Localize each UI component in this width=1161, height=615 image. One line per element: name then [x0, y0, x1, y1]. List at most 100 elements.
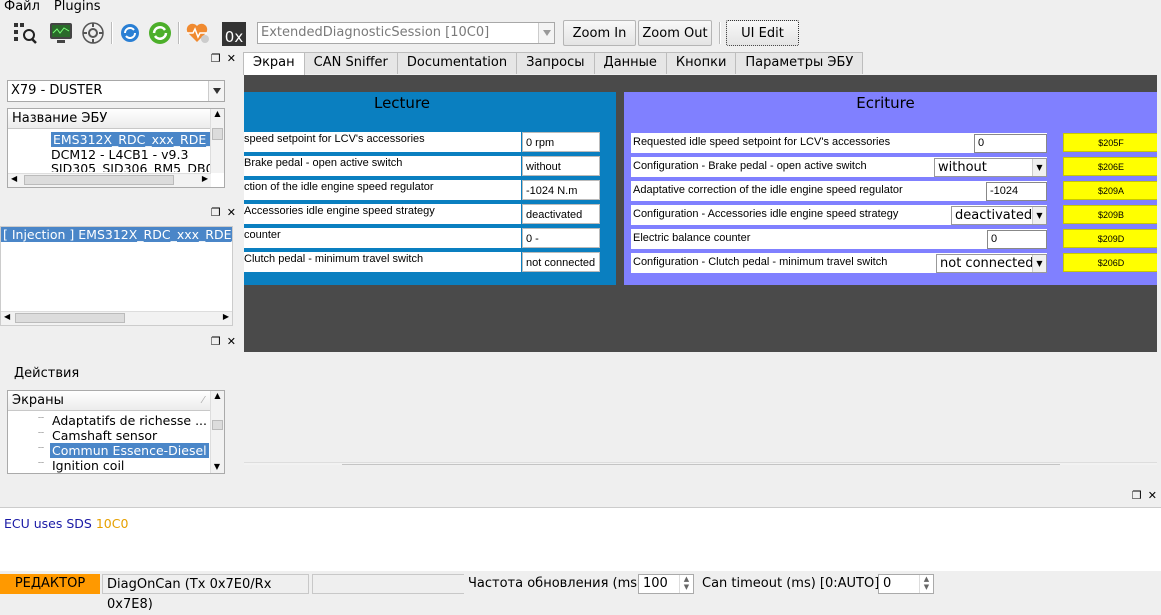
screens-vscrollbar[interactable]: ▲ ▼	[210, 391, 224, 473]
diagnostic-icon[interactable]	[80, 20, 106, 46]
ecriture-value-input[interactable]: -1024	[986, 182, 1047, 201]
screens-header-label: Экраны	[12, 393, 64, 408]
float-icon[interactable]: ❐	[211, 53, 221, 65]
log-panel: ECU uses SDS 10C0	[0, 507, 1161, 571]
scroll-thumb[interactable]	[24, 175, 174, 185]
monitor-icon[interactable]	[48, 20, 74, 46]
close-icon[interactable]: ✕	[227, 207, 236, 219]
ecriture-value: without	[938, 160, 987, 175]
close-icon[interactable]: ✕	[227, 53, 236, 65]
mode-badge: РЕДАКТОР	[0, 574, 100, 594]
float-icon[interactable]: ❐	[1132, 490, 1142, 502]
ui-edit-button[interactable]: UI Edit	[726, 20, 799, 46]
lecture-row-value: 0 rpm	[522, 132, 600, 152]
ecriture-value-combo[interactable]: without ▼	[934, 158, 1047, 177]
scroll-thumb[interactable]	[342, 464, 1060, 465]
ecriture-value-input[interactable]: 0	[974, 134, 1047, 153]
refresh-icon[interactable]	[117, 20, 143, 46]
scroll-left-icon[interactable]: ◀	[11, 174, 17, 183]
ecriture-row-label-text: Requested idle speed setpoint for LCV's …	[633, 136, 891, 148]
lecture-row-label: Accessories idle engine speed strategy	[244, 204, 521, 224]
tab-buttons[interactable]: Кнопки	[665, 52, 737, 74]
sort-icon[interactable]: ⁄	[202, 391, 204, 411]
scan-ecu-icon[interactable]	[12, 20, 38, 46]
toolbar-separator	[111, 22, 113, 44]
scroll-left-icon[interactable]: ◀	[4, 312, 10, 321]
send-request-button[interactable]: $206E	[1063, 157, 1157, 176]
ecu-tree-header: Название ЭБУ	[8, 109, 224, 129]
float-icon[interactable]: ❐	[211, 336, 221, 348]
scroll-up-icon[interactable]: ▲	[211, 109, 224, 118]
timeout-spinbox[interactable]: 0 ▲ ▼	[878, 574, 934, 594]
heart-monitor-icon[interactable]	[185, 20, 211, 46]
timeout-value: 0	[883, 576, 892, 591]
vehicle-combo[interactable]: X79 - DUSTER	[7, 80, 225, 102]
scroll-up-icon[interactable]: ▲	[211, 391, 224, 400]
close-icon[interactable]: ✕	[1148, 490, 1157, 502]
sync-icon[interactable]	[147, 20, 173, 46]
zoom-in-button[interactable]: Zoom In	[563, 20, 636, 46]
scroll-right-icon[interactable]: ▶	[202, 174, 208, 183]
ecriture-value: deactivated	[955, 208, 1033, 223]
send-request-button[interactable]: $209A	[1063, 181, 1157, 200]
session-combo[interactable]: ExtendedDiagnosticSession [10C0]	[257, 22, 555, 44]
main-tabs: Экран CAN Sniffer Documentation Запросы …	[243, 52, 864, 75]
injection-list[interactable]: [ Injection ] EMS312X_RDC_xxx_RDE_ ◀ ▶	[0, 226, 233, 326]
tab-ecu-params[interactable]: Параметры ЭБУ	[735, 52, 864, 74]
ecu-item[interactable]: SID305_SID306_RM5_DB0	[51, 162, 224, 172]
ecu-item[interactable]: DCM12 - L4CB1 - v9.3	[51, 147, 224, 162]
scroll-left-icon[interactable]: ◀	[248, 464, 254, 465]
scroll-thumb[interactable]	[212, 420, 223, 430]
screen-item[interactable]: ┄ Ignition coil	[8, 458, 224, 473]
send-request-button[interactable]: $205F	[1063, 133, 1157, 152]
ecriture-row-label: Electric balance counter	[631, 229, 1047, 249]
ecriture-value-combo[interactable]: not connected ▼	[936, 254, 1047, 273]
injection-hscrollbar[interactable]: ◀ ▶	[1, 311, 232, 325]
actions-dock-header: ❐ ✕	[0, 336, 240, 350]
log-text: ECU uses SDS	[4, 516, 96, 531]
ecriture-row-label-text: Configuration - Clutch pedal - minimum t…	[633, 256, 888, 268]
ecu-tree[interactable]: Название ЭБУ EMS312X_RDC_xxx_RDE_ DCM12 …	[7, 108, 225, 188]
send-request-button[interactable]: $206D	[1063, 253, 1157, 272]
scroll-thumb[interactable]	[15, 313, 125, 323]
ecriture-value-combo[interactable]: deactivated ▼	[951, 206, 1047, 225]
tab-requests[interactable]: Запросы	[516, 52, 595, 74]
zoom-out-button[interactable]: Zoom Out	[638, 20, 712, 46]
scroll-down-icon[interactable]: ▼	[211, 462, 223, 471]
chevron-down-icon	[538, 23, 554, 43]
scroll-right-icon[interactable]: ▶	[223, 312, 229, 321]
send-request-button[interactable]: $209B	[1063, 205, 1157, 224]
float-icon[interactable]: ❐	[211, 207, 221, 219]
scroll-right-icon[interactable]: ▶	[1147, 464, 1153, 465]
spin-arrows-icon[interactable]: ▲ ▼	[919, 575, 933, 593]
tab-screen[interactable]: Экран	[243, 52, 305, 75]
refresh-spinbox[interactable]: 100 ▲ ▼	[638, 574, 694, 594]
spin-arrows-icon[interactable]: ▲ ▼	[679, 575, 693, 593]
tab-documentation[interactable]: Documentation	[396, 52, 518, 74]
ecriture-row-label: Adaptative correction of the idle engine…	[631, 181, 1047, 201]
ecriture-panel: Ecriture Requested idle speed setpoint f…	[624, 92, 1157, 285]
injection-item[interactable]: [ Injection ] EMS312X_RDC_xxx_RDE_	[1, 227, 232, 242]
tab-can-sniffer[interactable]: CAN Sniffer	[303, 52, 398, 74]
toolbar-separator	[719, 22, 721, 44]
hex-mode-icon[interactable]: 0x	[222, 22, 246, 46]
menu-plugins[interactable]: Plugins	[54, 0, 101, 15]
lecture-row-value: deactivated	[522, 204, 600, 224]
ecu-tree-hscrollbar[interactable]: ◀ ▶	[8, 173, 211, 187]
menu-bar: Файл Plugins	[0, 0, 1161, 15]
toolbar-separator	[178, 22, 180, 44]
content-hscrollbar[interactable]: ◀ ▶	[244, 462, 1157, 465]
tab-data[interactable]: Данные	[593, 52, 667, 74]
screens-tree[interactable]: Экраны ⁄ ┄ Adaptatifs de richesse ... ┄ Ca…	[7, 390, 225, 474]
log-dock-header: ❐ ✕	[0, 490, 1161, 504]
send-request-button[interactable]: $209D	[1063, 229, 1157, 248]
ecu-item[interactable]: EMS312X_RDC_xxx_RDE_	[51, 132, 215, 147]
ecu-tree-vscrollbar[interactable]: ▲	[210, 109, 224, 173]
close-icon[interactable]: ✕	[227, 336, 236, 348]
menu-file[interactable]: Файл	[4, 0, 40, 15]
ecriture-value-input[interactable]: 0	[987, 230, 1047, 249]
lecture-row-value: not connected	[522, 252, 600, 272]
scroll-thumb[interactable]	[212, 128, 223, 140]
refresh-value: 100	[643, 576, 668, 591]
actions-title: Действия	[14, 366, 80, 381]
